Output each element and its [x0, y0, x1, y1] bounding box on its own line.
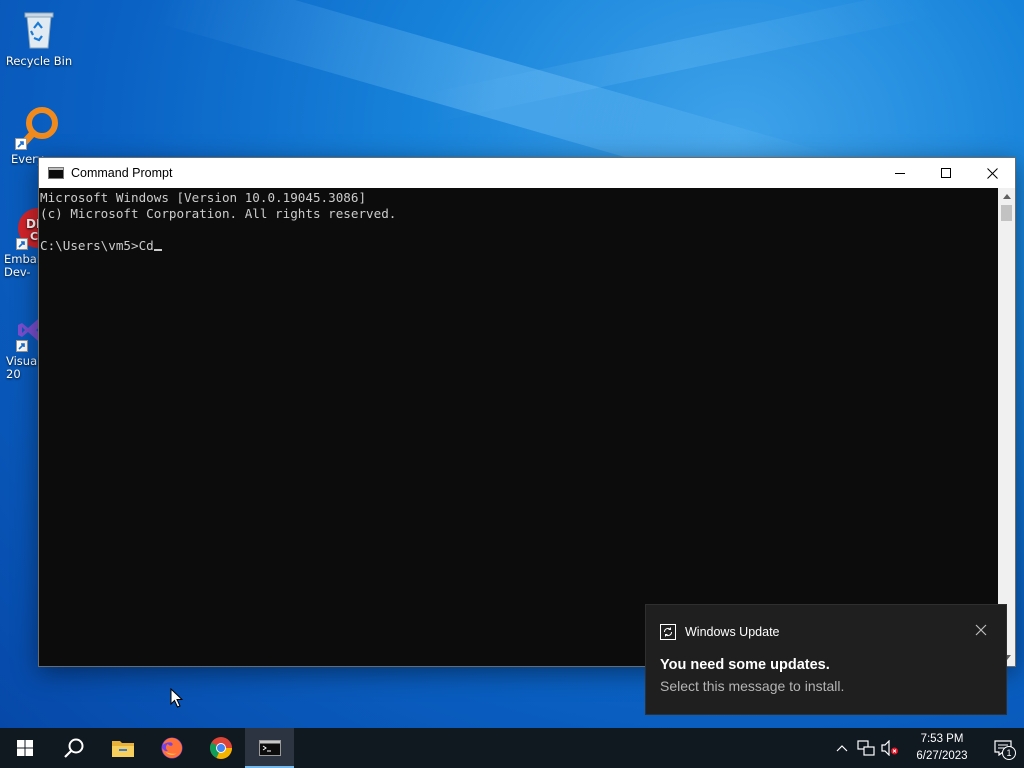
- text-cursor: [153, 249, 162, 251]
- search-icon: [63, 738, 83, 758]
- toast-close-button[interactable]: [974, 623, 988, 637]
- toast-app-name: Windows Update: [685, 625, 780, 639]
- folder-icon: [111, 741, 134, 757]
- windows-update-toast[interactable]: Windows Update You need some updates. Se…: [645, 604, 1007, 715]
- close-icon: [986, 167, 998, 179]
- search-button[interactable]: [49, 728, 98, 768]
- everything-search-icon: [15, 106, 59, 150]
- shortcut-arrow-icon: [16, 238, 28, 250]
- shortcut-arrow-icon: [16, 340, 28, 352]
- toast-title: You need some updates.: [660, 657, 830, 673]
- recycle-bin-icon: [17, 8, 61, 52]
- console-output[interactable]: Microsoft Windows [Version 10.0.19045.30…: [39, 188, 998, 666]
- clock-time: 7:53 PM: [920, 733, 964, 745]
- taskbar-firefox[interactable]: [147, 728, 196, 768]
- taskbar-chrome[interactable]: [196, 728, 245, 768]
- shortcut-arrow-icon: [15, 138, 27, 150]
- desktop-icon-label: Visual 20: [6, 354, 41, 381]
- network-icon: [857, 740, 875, 756]
- close-button[interactable]: [969, 158, 1015, 188]
- network-button[interactable]: [854, 728, 878, 768]
- windows-logo-icon: [16, 740, 33, 756]
- console-line: C:\Users\vm5>Cd: [40, 238, 154, 253]
- wallpaper-beam: [422, 0, 938, 124]
- minimize-button[interactable]: [877, 158, 923, 188]
- volume-button[interactable]: [878, 728, 902, 768]
- svg-text:C: C: [30, 230, 38, 243]
- action-center-button[interactable]: 1: [982, 728, 1024, 768]
- taskbar: 7:53 PM 6/27/2023 1: [0, 728, 1024, 768]
- start-button[interactable]: [0, 728, 49, 768]
- clock-button[interactable]: 7:53 PM 6/27/2023: [902, 731, 982, 765]
- firefox-icon: [161, 737, 182, 759]
- mouse-pointer-icon: [170, 688, 184, 708]
- desktop-icon-recycle-bin[interactable]: Recycle Bin: [1, 8, 77, 68]
- desktop-icon-label: Embar Dev-: [4, 252, 42, 279]
- toast-body: Select this message to install.: [660, 678, 845, 694]
- window-title: Command Prompt: [71, 166, 173, 180]
- command-prompt-window[interactable]: Command Prompt Microsoft Windows [Versio…: [38, 157, 1016, 667]
- desktop-icon-label: Recycle Bin: [5, 54, 73, 68]
- chevron-up-icon: [1002, 194, 1011, 199]
- maximize-button[interactable]: [923, 158, 969, 188]
- notification-count-badge: 1: [1002, 746, 1016, 760]
- volume-muted-icon: [881, 740, 898, 756]
- chrome-icon: [209, 737, 232, 759]
- taskbar-file-explorer[interactable]: [98, 728, 147, 768]
- scroll-thumb[interactable]: [1001, 205, 1012, 221]
- vertical-scrollbar[interactable]: [998, 188, 1015, 666]
- window-titlebar[interactable]: Command Prompt: [39, 158, 1015, 188]
- clock-date: 6/27/2023: [916, 750, 968, 762]
- console-line: Microsoft Windows [Version 10.0.19045.30…: [40, 190, 367, 205]
- maximize-icon: [941, 168, 951, 178]
- cmd-icon: [258, 740, 281, 756]
- chevron-up-icon: [836, 745, 848, 752]
- console-prompt-line[interactable]: C:\Users\vm5>Cd: [40, 238, 998, 254]
- windows-update-icon: [660, 624, 676, 640]
- taskbar-command-prompt[interactable]: [245, 728, 294, 768]
- show-hidden-icons-button[interactable]: [830, 728, 854, 768]
- console-line: (c) Microsoft Corporation. All rights re…: [40, 206, 397, 221]
- toast-header: Windows Update: [660, 624, 780, 640]
- scroll-up-button[interactable]: [998, 188, 1015, 205]
- minimize-icon: [895, 173, 905, 174]
- cmd-app-icon: [48, 167, 64, 179]
- system-tray: 7:53 PM 6/27/2023 1: [830, 728, 1024, 768]
